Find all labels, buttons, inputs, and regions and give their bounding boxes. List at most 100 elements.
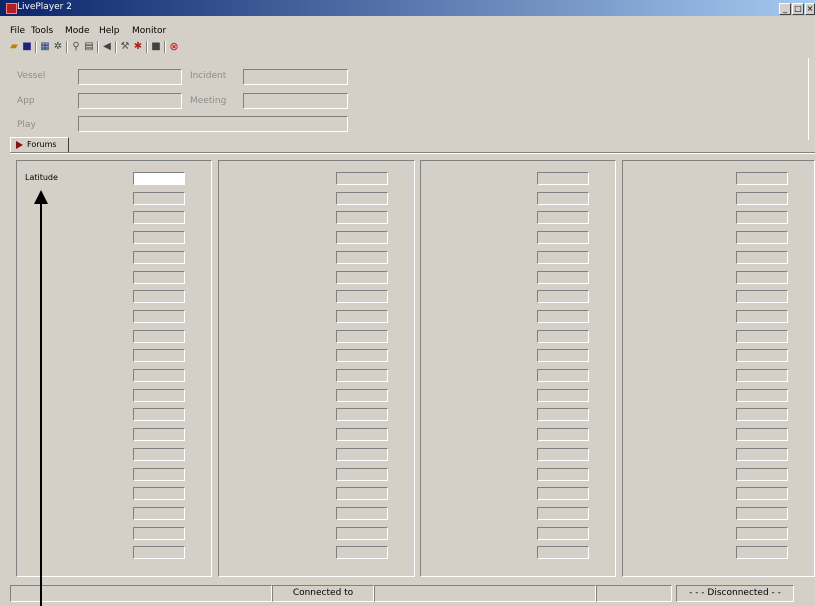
- panel-value-field[interactable]: [537, 290, 589, 304]
- panel-value-field[interactable]: [336, 467, 388, 481]
- panel-value-field[interactable]: [537, 526, 589, 540]
- panel-value-field[interactable]: [336, 290, 388, 304]
- panel-value-field[interactable]: [736, 211, 788, 225]
- panel-value-field[interactable]: [736, 250, 788, 264]
- panel-value-field[interactable]: [736, 388, 788, 402]
- menu-help[interactable]: Help: [99, 26, 120, 36]
- panel-value-field[interactable]: [133, 290, 185, 304]
- meeting-field[interactable]: [243, 93, 348, 109]
- panel-value-field[interactable]: [736, 349, 788, 363]
- panel-value-field[interactable]: [336, 231, 388, 245]
- panel-value-field[interactable]: [537, 329, 589, 343]
- panel-value-field[interactable]: [336, 349, 388, 363]
- panel-value-field[interactable]: [133, 329, 185, 343]
- panel-value-field[interactable]: [336, 250, 388, 264]
- menu-monitor[interactable]: Monitor: [132, 26, 166, 36]
- bug-icon[interactable]: ✱: [133, 41, 143, 52]
- panel-value-field[interactable]: [537, 388, 589, 402]
- save-icon[interactable]: ■: [22, 41, 32, 52]
- open-icon[interactable]: ▰: [9, 41, 19, 52]
- panel-value-field[interactable]: [736, 309, 788, 323]
- panel-value-field[interactable]: [336, 369, 388, 382]
- panel-value-field[interactable]: [336, 408, 388, 422]
- panel-value-field[interactable]: [736, 270, 788, 284]
- panel-value-field[interactable]: [736, 467, 788, 481]
- menu-tools[interactable]: Tools: [31, 26, 53, 36]
- close-circle-icon[interactable]: ⊗: [169, 41, 179, 52]
- panel-value-field[interactable]: [336, 487, 388, 501]
- panel-value-field[interactable]: [537, 506, 589, 520]
- network-icon[interactable]: ▦: [40, 41, 50, 52]
- vessel-field[interactable]: [78, 69, 182, 85]
- panel-value-field[interactable]: [736, 526, 788, 540]
- panel-value-field[interactable]: [133, 447, 185, 461]
- panel-value-field[interactable]: [537, 369, 589, 382]
- title-bar[interactable]: LivePlayer 2 _ □ ×: [0, 0, 815, 16]
- panel-value-field[interactable]: [133, 369, 185, 382]
- menu-mode[interactable]: Mode: [65, 26, 90, 36]
- panel-value-field[interactable]: [736, 290, 788, 304]
- maximize-button[interactable]: □: [792, 3, 804, 15]
- panel-value-field[interactable]: [736, 447, 788, 461]
- panel-value-field[interactable]: [336, 211, 388, 225]
- panel-value-field[interactable]: [736, 487, 788, 501]
- panel-value-field[interactable]: [133, 211, 185, 225]
- panel-value-field[interactable]: [537, 270, 589, 284]
- panel-value-field[interactable]: [537, 250, 589, 264]
- panel-value-field[interactable]: [736, 408, 788, 422]
- panel-value-field[interactable]: [537, 309, 589, 323]
- panel-value-field[interactable]: [537, 487, 589, 501]
- panel-value-field[interactable]: [537, 546, 589, 560]
- panel-value-field[interactable]: [133, 526, 185, 540]
- panel-value-field[interactable]: [537, 191, 589, 205]
- app-field[interactable]: [78, 93, 182, 109]
- tools-icon[interactable]: ⚒: [120, 41, 130, 52]
- panel-value-field[interactable]: [133, 428, 185, 442]
- panel-value-field[interactable]: [736, 191, 788, 205]
- minimize-button[interactable]: _: [779, 3, 791, 15]
- panel-value-field[interactable]: [537, 467, 589, 481]
- panel-value-field[interactable]: [133, 467, 185, 481]
- panel-value-field[interactable]: [537, 428, 589, 442]
- panel-value-field[interactable]: [133, 309, 185, 323]
- grid-icon[interactable]: ▤: [84, 41, 94, 52]
- panel-value-field[interactable]: [537, 447, 589, 461]
- panel-value-field[interactable]: [336, 388, 388, 402]
- panel-value-field[interactable]: [133, 408, 185, 422]
- panel-value-field[interactable]: [336, 309, 388, 323]
- panel-value-field[interactable]: [133, 487, 185, 501]
- panel-value-field[interactable]: [133, 231, 185, 245]
- panel-value-field[interactable]: [736, 546, 788, 560]
- panel-value-field[interactable]: [736, 172, 788, 185]
- panel-value-field[interactable]: [336, 270, 388, 284]
- panel-value-field[interactable]: [133, 349, 185, 363]
- panel-value-field[interactable]: [133, 270, 185, 284]
- panel-value-field[interactable]: [736, 428, 788, 442]
- panel-value-field[interactable]: [133, 191, 185, 205]
- panel-value-field[interactable]: [537, 349, 589, 363]
- panel-value-field[interactable]: [133, 250, 185, 264]
- menu-file[interactable]: File: [10, 26, 25, 36]
- panel-value-field[interactable]: [736, 506, 788, 520]
- panel-value-field[interactable]: [537, 231, 589, 245]
- panel-value-field[interactable]: [133, 546, 185, 560]
- speaker-icon[interactable]: ◀: [102, 41, 112, 52]
- panel-value-field[interactable]: [537, 172, 589, 185]
- panel-value-field[interactable]: [336, 172, 388, 185]
- panel-value-field[interactable]: [736, 369, 788, 382]
- connect-icon[interactable]: ⚲: [71, 41, 81, 52]
- panel-value-field[interactable]: [537, 211, 589, 225]
- panel-value-field[interactable]: [133, 388, 185, 402]
- panel-value-field[interactable]: [336, 447, 388, 461]
- panel-value-field[interactable]: [336, 329, 388, 343]
- panel-value-field[interactable]: [336, 428, 388, 442]
- stop-icon[interactable]: ■: [151, 41, 161, 52]
- play-field[interactable]: [78, 116, 348, 132]
- panel-value-field[interactable]: [736, 231, 788, 245]
- panel-value-field[interactable]: [336, 546, 388, 560]
- incident-field[interactable]: [243, 69, 348, 85]
- panel-value-field[interactable]: [133, 506, 185, 520]
- panel-value-field[interactable]: [336, 191, 388, 205]
- settings-icon[interactable]: ✲: [53, 41, 63, 52]
- panel-value-field[interactable]: [336, 506, 388, 520]
